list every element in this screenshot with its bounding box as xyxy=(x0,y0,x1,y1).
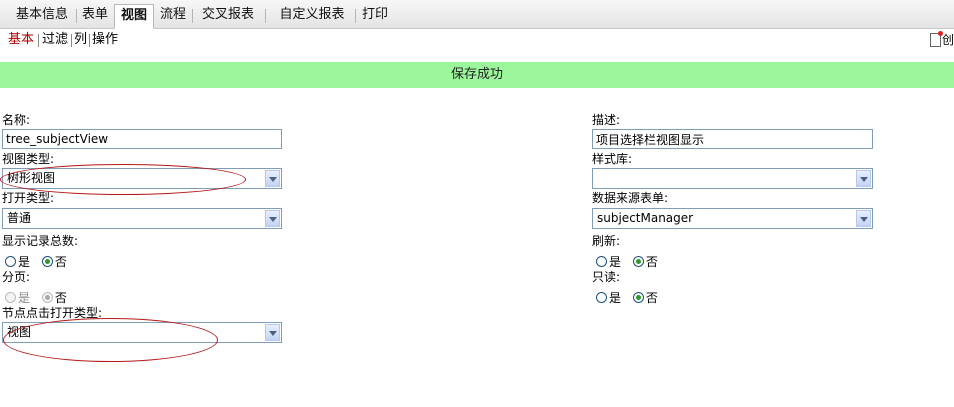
paging-yes-label: 是 xyxy=(18,291,31,305)
open-type-label: 打开类型: xyxy=(2,191,55,205)
tab-separator xyxy=(76,9,77,23)
show-total-yes-label: 是 xyxy=(18,255,31,269)
paging-radio-group: 是 否 xyxy=(5,289,75,305)
subtab-columns[interactable]: 列 xyxy=(74,32,87,48)
paging-no-label: 否 xyxy=(54,291,67,305)
open-type-value: 普通 xyxy=(7,211,32,225)
refresh-no-label: 否 xyxy=(645,255,658,269)
refresh-yes-label: 是 xyxy=(609,255,622,269)
tab-separator xyxy=(355,9,356,23)
readonly-radio-group: 是 否 xyxy=(596,289,666,305)
chevron-down-icon[interactable] xyxy=(265,170,280,187)
open-type-select[interactable]: 普通 xyxy=(2,208,282,229)
description-input[interactable] xyxy=(592,129,873,149)
subtab-actions[interactable]: 操作 xyxy=(92,32,118,48)
paging-label: 分页: xyxy=(2,270,31,284)
refresh-radio-group: 是 否 xyxy=(596,253,666,269)
style-lib-label: 样式库: xyxy=(592,152,633,166)
tab-form[interactable]: 表单 xyxy=(79,4,111,28)
success-banner: 保存成功 xyxy=(0,62,954,88)
subtab-separator xyxy=(71,34,72,47)
paging-yes-radio xyxy=(5,292,16,303)
chevron-down-icon[interactable] xyxy=(265,324,280,341)
subtab-basic[interactable]: 基本 xyxy=(8,32,34,48)
name-label: 名称: xyxy=(2,113,31,127)
create-button[interactable]: 创 xyxy=(929,31,954,48)
tab-custom-report[interactable]: 自定义报表 xyxy=(272,4,352,28)
chevron-down-icon[interactable] xyxy=(856,170,871,187)
view-type-value: 树形视图 xyxy=(7,171,56,185)
data-source-value: subjectManager xyxy=(597,211,694,225)
show-total-radio-group: 是 否 xyxy=(5,253,75,269)
description-label: 描述: xyxy=(592,113,621,127)
create-label: 创 xyxy=(941,33,954,47)
data-source-label: 数据来源表单: xyxy=(592,191,669,205)
readonly-yes-label: 是 xyxy=(609,291,622,305)
new-document-icon xyxy=(929,31,943,47)
tab-cross-report[interactable]: 交叉报表 xyxy=(196,4,260,28)
node-open-type-value: 视图 xyxy=(7,325,32,339)
refresh-label: 刷新: xyxy=(592,234,621,248)
paging-no-radio xyxy=(41,292,53,303)
show-total-label: 显示记录总数: xyxy=(2,234,79,248)
readonly-label: 只读: xyxy=(592,270,621,284)
refresh-yes-radio[interactable] xyxy=(596,256,607,267)
name-input[interactable] xyxy=(2,129,282,149)
sub-toolbar: 基本 过滤 列 操作 创 xyxy=(0,29,954,51)
style-lib-select[interactable] xyxy=(592,168,873,189)
view-type-select[interactable]: 树形视图 xyxy=(2,168,282,189)
show-total-no-label: 否 xyxy=(54,255,67,269)
readonly-yes-radio[interactable] xyxy=(596,292,607,303)
view-type-label: 视图类型: xyxy=(2,152,55,166)
readonly-no-radio[interactable] xyxy=(632,292,644,303)
show-total-yes-radio[interactable] xyxy=(5,256,16,267)
show-total-no-radio[interactable] xyxy=(41,256,53,267)
subtab-filter[interactable]: 过滤 xyxy=(42,32,68,48)
tab-separator xyxy=(265,9,266,23)
subtab-separator xyxy=(89,34,90,47)
tab-view[interactable]: 视图 xyxy=(114,4,154,29)
chevron-down-icon[interactable] xyxy=(265,210,280,227)
data-source-select[interactable]: subjectManager xyxy=(592,208,873,229)
chevron-down-icon[interactable] xyxy=(856,210,871,227)
tab-bar: 基本信息 表单 视图 流程 交叉报表 自定义报表 打印 xyxy=(0,0,954,29)
tab-basic-info[interactable]: 基本信息 xyxy=(10,4,74,28)
readonly-no-label: 否 xyxy=(645,291,658,305)
node-open-type-select[interactable]: 视图 xyxy=(2,322,282,343)
tab-separator xyxy=(192,9,193,23)
refresh-no-radio[interactable] xyxy=(632,256,644,267)
tab-flow[interactable]: 流程 xyxy=(156,4,190,28)
tab-print[interactable]: 打印 xyxy=(358,4,392,28)
node-open-type-label: 节点点击打开类型: xyxy=(2,306,103,320)
subtab-separator xyxy=(38,34,39,47)
